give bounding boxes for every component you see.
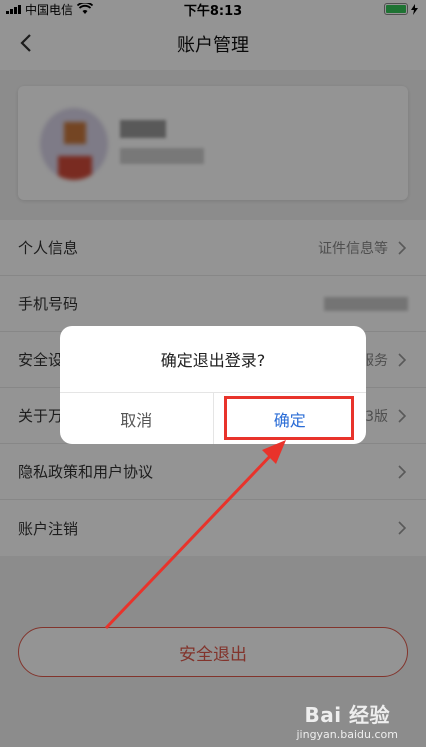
dialog-message: 确定退出登录? xyxy=(160,351,266,370)
watermark-url: jingyan.baidu.com xyxy=(296,728,398,741)
watermark: Bai 经验 jingyan.baidu.com xyxy=(296,699,398,741)
annotation-highlight-box xyxy=(224,396,354,440)
cancel-button[interactable]: 取消 xyxy=(60,393,214,444)
watermark-logo: Bai 经验 xyxy=(304,703,391,727)
